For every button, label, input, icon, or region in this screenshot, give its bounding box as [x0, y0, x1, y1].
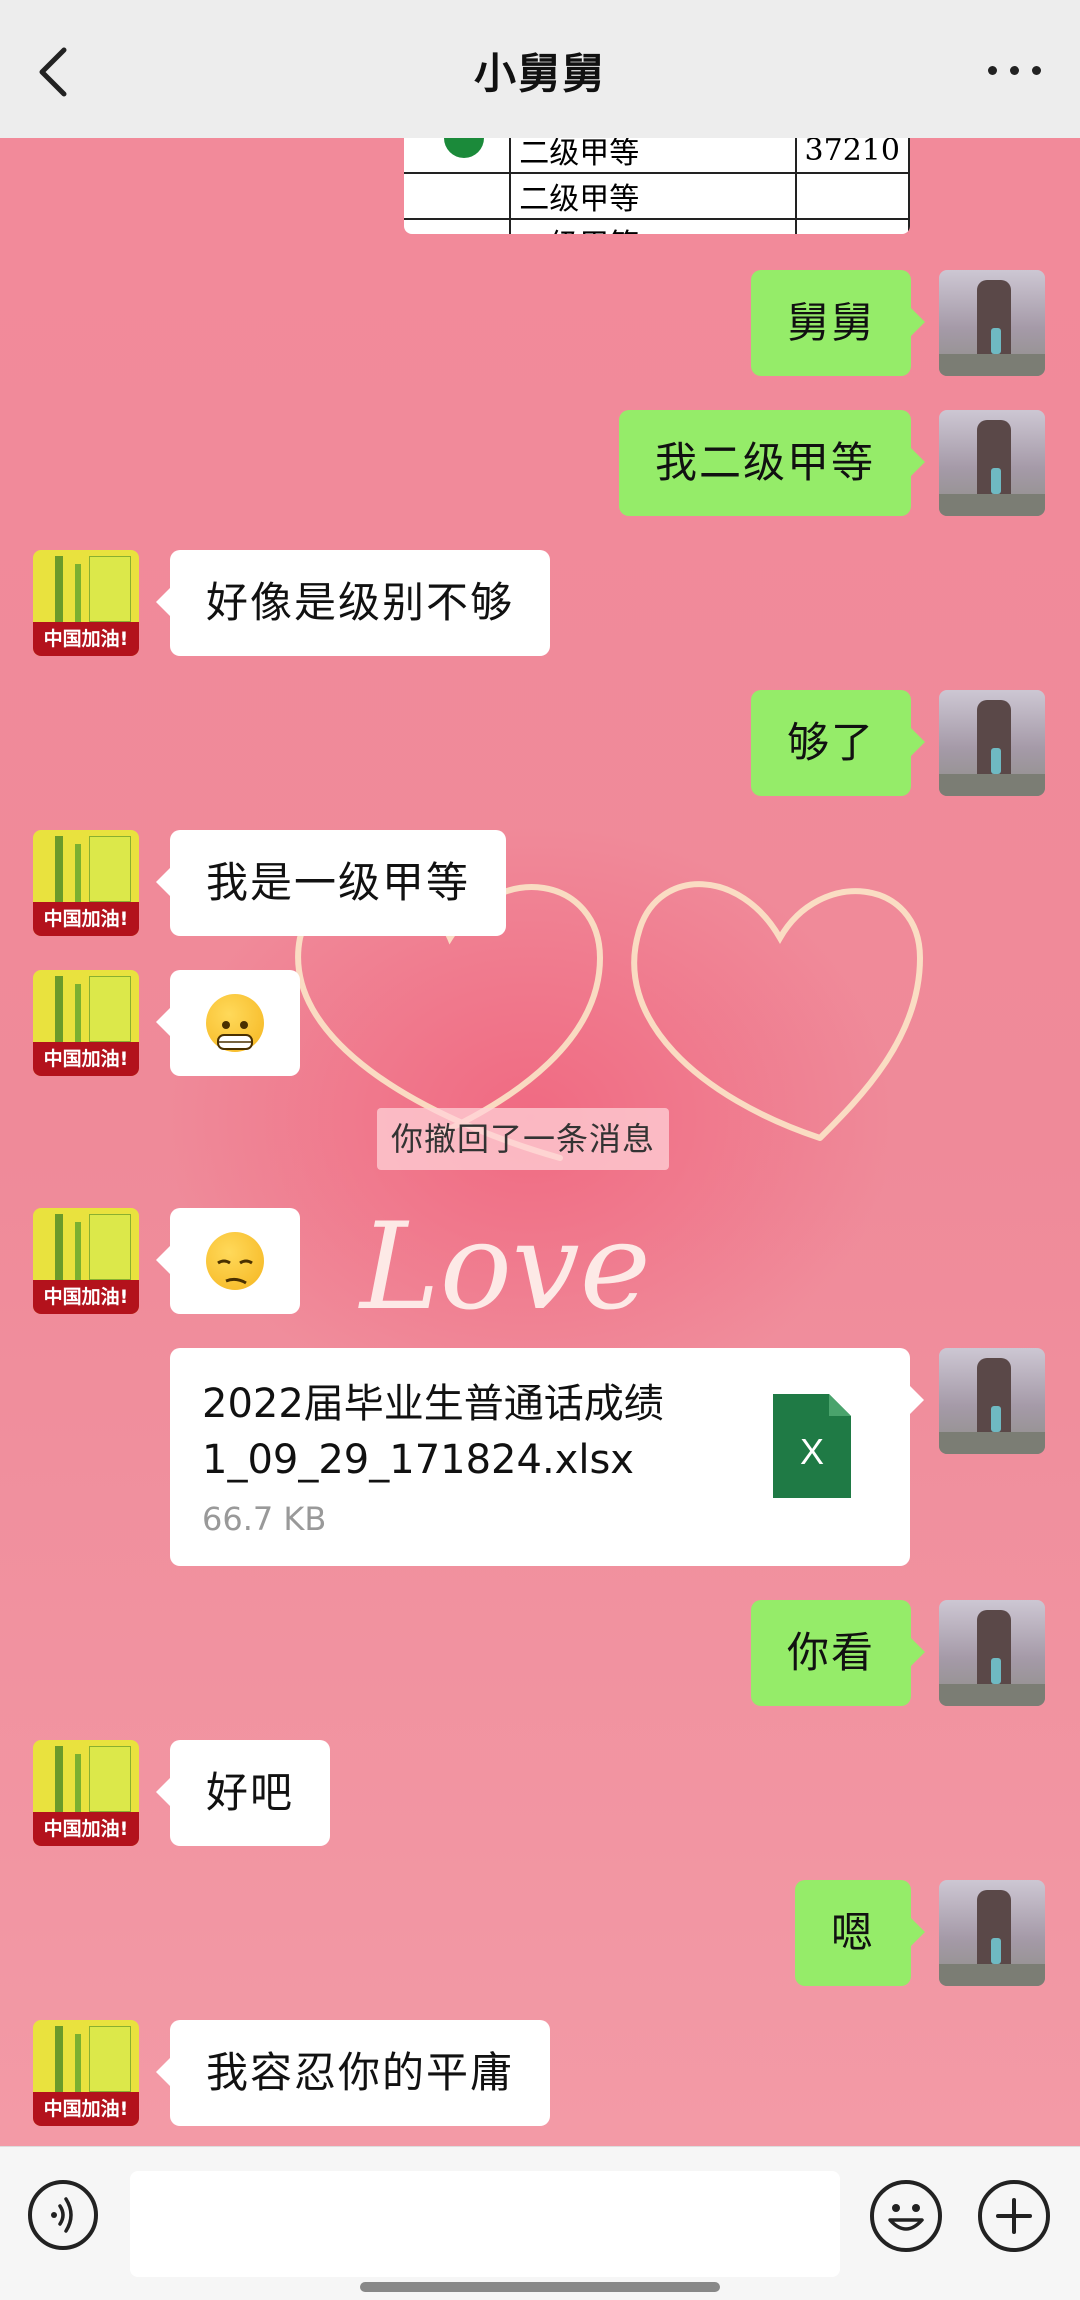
message-row: 舅舅 [0, 270, 1080, 376]
chat-title: 小舅舅 [473, 49, 606, 98]
message-row: 中国加油! 我容忍你的平庸 [0, 2020, 1080, 2126]
avatar-self[interactable] [939, 1348, 1045, 1454]
table-image-content: 二级甲等37210 二级甲等 二级甲等 [404, 138, 910, 234]
emoji-button[interactable] [870, 2180, 942, 2252]
avatar-self[interactable] [939, 690, 1045, 796]
input-bar [0, 2146, 1080, 2300]
grinning-face-emoji-icon [206, 994, 264, 1052]
message-row: 中国加油! 好吧 [0, 1740, 1080, 1846]
file-size: 66.7 KB [202, 1500, 327, 1538]
avatar-contact[interactable]: 中国加油! [33, 1208, 139, 1314]
home-indicator[interactable] [360, 2282, 720, 2292]
message-input[interactable] [130, 2171, 840, 2277]
chat-header: 小舅舅 [0, 0, 1080, 138]
message-row: 中国加油! [0, 1208, 1080, 1314]
message-row: 够了 [0, 690, 1080, 796]
avatar-contact[interactable]: 中国加油! [33, 1740, 139, 1846]
chat-history[interactable]: Love 二级甲等37210 二级甲等 二级甲等 舅舅 我二级甲等 中国加油! … [0, 138, 1080, 2146]
avatar-self[interactable] [939, 410, 1045, 516]
more-actions-button[interactable] [978, 2180, 1050, 2252]
message-row: 你看 [0, 1600, 1080, 1706]
message-row: 中国加油! 好像是级别不够 [0, 550, 1080, 656]
message-bubble-contact[interactable]: 好吧 [155, 1740, 331, 1846]
svg-text:X: X [800, 1431, 824, 1472]
message-row: 我二级甲等 [0, 410, 1080, 516]
message-bubble-contact[interactable]: 我容忍你的平庸 [155, 2020, 551, 2126]
message-bubble-contact[interactable]: 好像是级别不够 [155, 550, 551, 656]
smiley-icon [888, 2204, 924, 2231]
avatar-contact[interactable]: 中国加油! [33, 2020, 139, 2126]
avatar-self[interactable] [939, 1880, 1045, 1986]
message-bubble-self[interactable]: 舅舅 [751, 270, 926, 376]
image-message-table[interactable]: 二级甲等37210 二级甲等 二级甲等 [404, 138, 910, 234]
avatar-contact[interactable]: 中国加油! [33, 970, 139, 1076]
message-bubble-self[interactable]: 我二级甲等 [619, 410, 926, 516]
message-bubble-contact[interactable] [156, 970, 300, 1076]
message-bubble-self[interactable]: 你看 [751, 1600, 926, 1706]
avatar-self[interactable] [939, 1600, 1045, 1706]
recall-notice: 你撤回了一条消息 [377, 1108, 670, 1170]
message-row: 中国加油! 我是一级甲等 [0, 830, 1080, 936]
voice-input-button[interactable] [28, 2180, 98, 2250]
avatar-self[interactable] [939, 270, 1045, 376]
message-bubble-self[interactable]: 嗯 [795, 1880, 926, 1986]
more-options-button[interactable] [984, 50, 1044, 90]
file-message-card[interactable]: 2022届毕业生普通话成绩1_09_29_171824.xlsx 66.7 KB… [170, 1348, 924, 1566]
message-row: 中国加油! [0, 970, 1080, 1076]
more-icon [988, 66, 997, 75]
excel-file-icon: X [773, 1394, 851, 1498]
message-bubble-contact[interactable]: 我是一级甲等 [155, 830, 507, 936]
message-bubble-self[interactable]: 够了 [751, 690, 926, 796]
message-row: 嗯 [0, 1880, 1080, 1986]
message-bubble-contact[interactable] [156, 1208, 300, 1314]
smirking-face-emoji-icon [206, 1232, 264, 1290]
avatar-contact[interactable]: 中国加油! [33, 830, 139, 936]
file-name: 2022届毕业生普通话成绩1_09_29_171824.xlsx [202, 1381, 664, 1483]
avatar-contact[interactable]: 中国加油! [33, 550, 139, 656]
voice-icon [51, 2197, 73, 2233]
plus-icon [996, 2198, 1032, 2234]
